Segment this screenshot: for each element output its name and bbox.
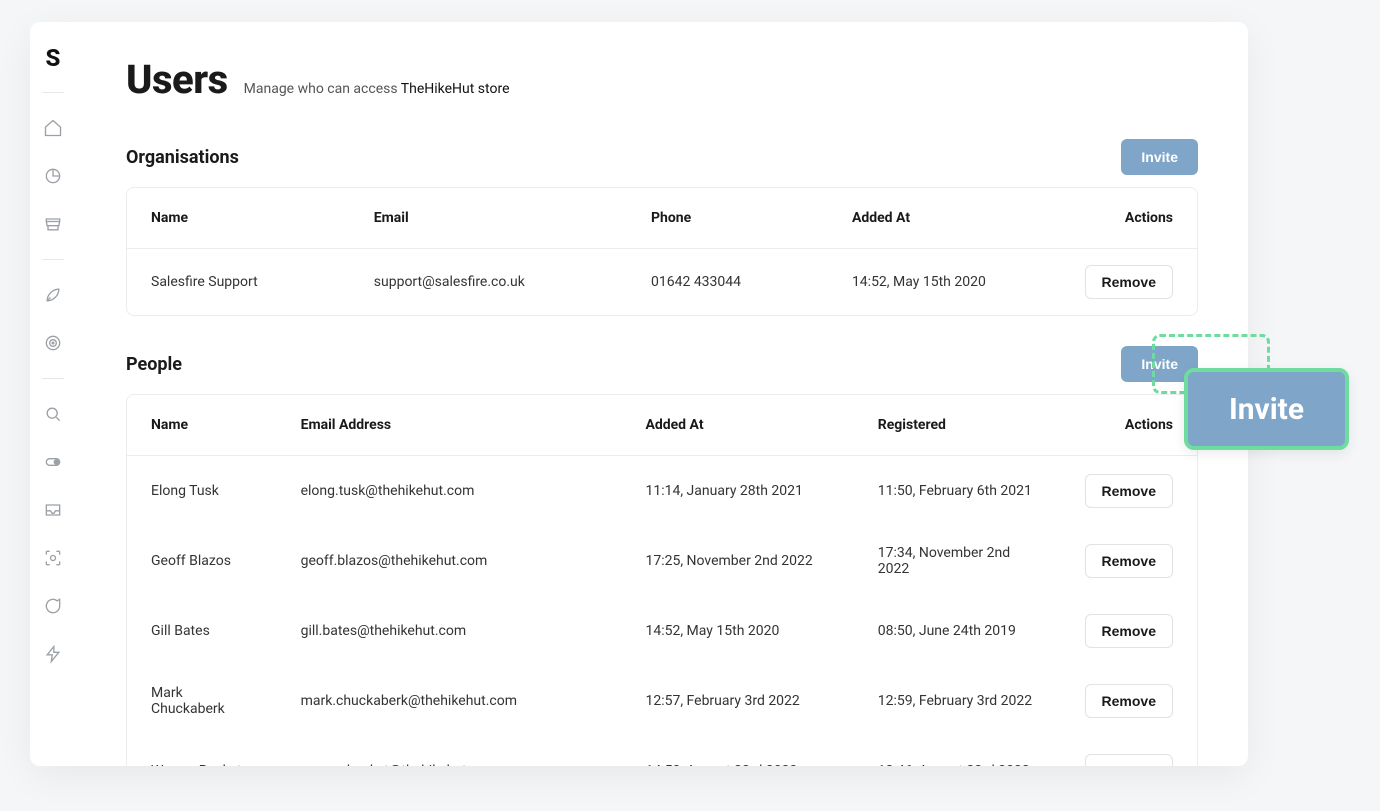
cell-name: Elong Tusk (127, 456, 277, 527)
home-icon[interactable] (42, 117, 64, 139)
col-email: Email Address (277, 395, 622, 456)
table-row: Geoff Blazos geoff.blazos@thehikehut.com… (127, 526, 1197, 596)
cell-name: Mark Chuckaberk (127, 666, 277, 736)
sidebar: S (30, 22, 76, 766)
app-shell: S (30, 22, 1248, 766)
sidebar-divider (42, 92, 64, 93)
remove-button[interactable]: Remove (1085, 684, 1173, 718)
table-row: Gill Bates gill.bates@thehikehut.com 14:… (127, 596, 1197, 666)
cell-name: Gill Bates (127, 596, 277, 666)
cell-registered: 08:50, June 24th 2019 (854, 596, 1061, 666)
organisations-table-card: Name Email Phone Added At Actions Salesf… (126, 187, 1198, 316)
cell-email: gill.bates@thehikehut.com (277, 596, 622, 666)
cell-name: Salesfire Support (127, 249, 350, 316)
main-content: Users Manage who can access TheHikeHut s… (76, 22, 1248, 766)
page-header: Users Manage who can access TheHikeHut s… (126, 56, 1198, 103)
toggle-icon[interactable] (42, 451, 64, 473)
cell-email: elong.tusk@thehikehut.com (277, 456, 622, 527)
col-added-at: Added At (621, 395, 853, 456)
col-name: Name (127, 395, 277, 456)
invite-callout: Invite (1184, 368, 1349, 450)
people-section-head: People Invite (126, 346, 1198, 382)
col-phone: Phone (627, 188, 828, 249)
table-header-row: Name Email Phone Added At Actions (127, 188, 1197, 249)
table-row: Elong Tusk elong.tusk@thehikehut.com 11:… (127, 456, 1197, 527)
col-registered: Registered (854, 395, 1061, 456)
cell-added-at: 14:52, May 15th 2020 (621, 596, 853, 666)
cell-added-at: 14:52, May 15th 2020 (828, 249, 1061, 316)
people-table-card: Name Email Address Added At Registered A… (126, 394, 1198, 766)
remove-button[interactable]: Remove (1085, 614, 1173, 648)
chat-icon[interactable] (42, 595, 64, 617)
table-row: Salesfire Support support@salesfire.co.u… (127, 249, 1197, 316)
app-logo[interactable]: S (46, 44, 61, 72)
capture-icon[interactable] (42, 547, 64, 569)
cell-email: warren.bucket@thehikehut.com (277, 736, 622, 766)
sidebar-divider (42, 378, 64, 379)
cell-registered: 17:34, November 2nd 2022 (854, 526, 1061, 596)
col-actions: Actions (1061, 188, 1197, 249)
table-row: Mark Chuckaberk mark.chuckaberk@thehikeh… (127, 666, 1197, 736)
people-table: Name Email Address Added At Registered A… (127, 395, 1197, 766)
people-title: People (126, 354, 182, 375)
remove-button[interactable]: Remove (1085, 474, 1173, 508)
col-added-at: Added At (828, 188, 1061, 249)
invite-organisation-button[interactable]: Invite (1121, 139, 1198, 175)
cell-name: Warren Bucket (127, 736, 277, 766)
cell-added-at: 14:50, August 23rd 2022 (621, 736, 853, 766)
organisations-table: Name Email Phone Added At Actions Salesf… (127, 188, 1197, 315)
table-header-row: Name Email Address Added At Registered A… (127, 395, 1197, 456)
cell-name: Geoff Blazos (127, 526, 277, 596)
subtitle-prefix: Manage who can access (244, 81, 398, 97)
remove-button[interactable]: Remove (1085, 265, 1173, 299)
cell-registered: 12:59, February 3rd 2022 (854, 666, 1061, 736)
cell-added-at: 11:14, January 28th 2021 (621, 456, 853, 527)
store-name: TheHikeHut store (401, 81, 510, 97)
cell-registered: 11:50, February 6th 2021 (854, 456, 1061, 527)
remove-button[interactable]: Remove (1085, 754, 1173, 766)
cell-email: geoff.blazos@thehikehut.com (277, 526, 622, 596)
page-title: Users (126, 56, 228, 103)
col-name: Name (127, 188, 350, 249)
cell-added-at: 17:25, November 2nd 2022 (621, 526, 853, 596)
table-row: Warren Bucket warren.bucket@thehikehut.c… (127, 736, 1197, 766)
store-icon[interactable] (42, 213, 64, 235)
page-subtitle: Manage who can access TheHikeHut store (244, 81, 510, 97)
rocket-icon[interactable] (42, 284, 64, 306)
cell-email: support@salesfire.co.uk (350, 249, 627, 316)
pie-chart-icon[interactable] (42, 165, 64, 187)
organisations-title: Organisations (126, 147, 239, 168)
col-actions: Actions (1061, 395, 1197, 456)
col-email: Email (350, 188, 627, 249)
cell-registered: 12:46, August 23rd 2022 (854, 736, 1061, 766)
target-icon[interactable] (42, 332, 64, 354)
cell-added-at: 12:57, February 3rd 2022 (621, 666, 853, 736)
cell-email: mark.chuckaberk@thehikehut.com (277, 666, 622, 736)
cell-phone: 01642 433044 (627, 249, 828, 316)
remove-button[interactable]: Remove (1085, 544, 1173, 578)
sidebar-divider (42, 259, 64, 260)
inbox-icon[interactable] (42, 499, 64, 521)
bolt-icon[interactable] (42, 643, 64, 665)
organisations-section-head: Organisations Invite (126, 139, 1198, 175)
search-icon[interactable] (42, 403, 64, 425)
